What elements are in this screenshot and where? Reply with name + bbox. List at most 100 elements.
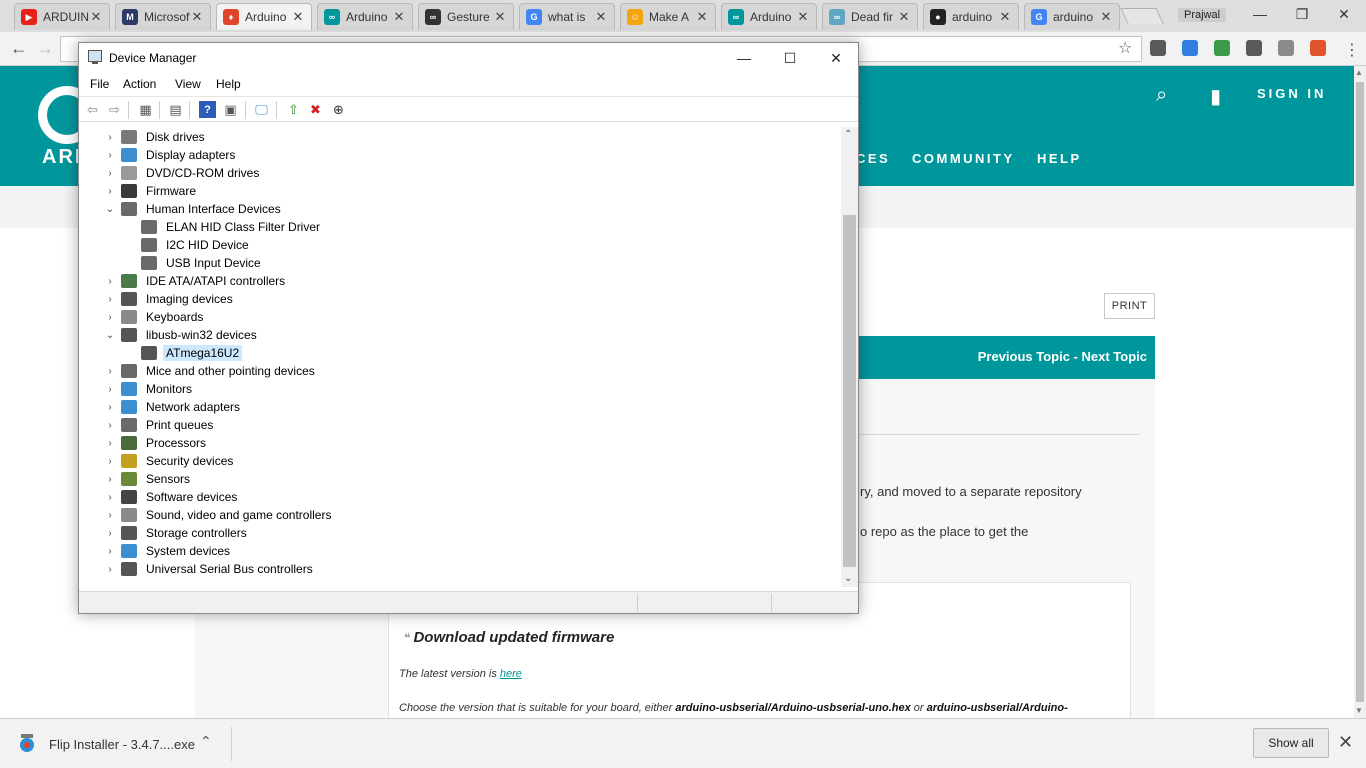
chevron-right-icon[interactable]: ›	[103, 150, 117, 161]
device-category[interactable]: ⌄ libusb-win32 devices	[103, 326, 260, 344]
device-item[interactable]: ELAN HID Class Filter Driver	[141, 218, 323, 236]
nav-resources[interactable]: CES	[856, 151, 890, 166]
chevron-right-icon[interactable]: ›	[103, 474, 117, 485]
chevron-right-icon[interactable]: ›	[103, 492, 117, 503]
device-item[interactable]: USB Input Device	[141, 254, 264, 272]
back-arrow-icon[interactable]: ⇦	[84, 101, 101, 118]
cart-icon[interactable]: ▮	[1210, 84, 1221, 109]
profile-button[interactable]: Prajwal	[1178, 8, 1227, 22]
device-category[interactable]: › Storage controllers	[103, 524, 250, 542]
chevron-down-icon[interactable]: ⌄	[103, 204, 117, 215]
device-tree-scrollbar[interactable]: ⌃ ⌄	[841, 127, 858, 587]
chevron-right-icon[interactable]: ›	[103, 510, 117, 521]
close-tab-icon[interactable]: ✕	[190, 9, 204, 25]
close-tab-icon[interactable]: ✕	[89, 9, 103, 25]
chevron-right-icon[interactable]: ›	[103, 564, 117, 575]
scan-hardware-icon[interactable]: 🖵	[253, 101, 270, 118]
device-category[interactable]: ⌄ Human Interface Devices	[103, 200, 284, 218]
browser-tab[interactable]: ♦ Arduino ✕	[216, 3, 312, 30]
chevron-right-icon[interactable]: ›	[103, 456, 117, 467]
device-category[interactable]: › Software devices	[103, 488, 240, 506]
show-hide-console-tree-icon[interactable]: ▦	[137, 101, 154, 118]
bookmark-star-icon[interactable]: ☆	[1118, 38, 1132, 58]
close-tab-icon[interactable]: ✕	[291, 9, 305, 25]
lightbulb-extension-icon[interactable]	[1150, 40, 1166, 56]
scroll-down-icon[interactable]: ▼	[1355, 706, 1363, 715]
close-tab-icon[interactable]: ✕	[594, 9, 608, 25]
device-category[interactable]: › Disk drives	[103, 128, 208, 146]
mail-extension-icon[interactable]	[1278, 40, 1294, 56]
chevron-right-icon[interactable]: ›	[103, 168, 117, 179]
chevron-right-icon[interactable]: ›	[103, 294, 117, 305]
search-icon[interactable]: ⌕	[1156, 84, 1167, 107]
device-category[interactable]: › Security devices	[103, 452, 236, 470]
sign-in-link[interactable]: SIGN IN	[1257, 86, 1326, 101]
device-category[interactable]: › Imaging devices	[103, 290, 236, 308]
shield-extension-icon[interactable]	[1214, 40, 1230, 56]
close-tab-icon[interactable]: ✕	[796, 9, 810, 25]
prev-next-topic-links[interactable]: Previous Topic - Next Topic	[978, 349, 1147, 364]
browser-tab[interactable]: ∞ Dead fir ✕	[822, 3, 918, 30]
browser-tab[interactable]: Garduino ✕	[1024, 3, 1120, 30]
update-driver-icon[interactable]: ⇧	[285, 101, 302, 118]
chevron-right-icon[interactable]: ›	[103, 402, 117, 413]
close-tab-icon[interactable]: ✕	[695, 9, 709, 25]
show-all-button[interactable]: Show all	[1253, 728, 1329, 758]
device-category[interactable]: › Print queues	[103, 416, 216, 434]
page-scrollbar-thumb[interactable]	[1356, 82, 1364, 702]
device-category[interactable]: › Sound, video and game controllers	[103, 506, 334, 524]
minimize-icon[interactable]: —	[1240, 6, 1280, 22]
browser-tab[interactable]: ☺ Make A ✕	[620, 3, 716, 30]
download-extension-icon[interactable]	[1182, 40, 1198, 56]
menu-file[interactable]: File	[90, 77, 109, 91]
disable-device-icon[interactable]: ⊕	[330, 101, 347, 118]
installer-file-icon[interactable]	[18, 733, 36, 753]
here-link[interactable]: here	[500, 668, 522, 680]
device-category[interactable]: › Universal Serial Bus controllers	[103, 560, 316, 578]
action-pane-icon[interactable]: ▣	[222, 101, 239, 118]
minimize-icon[interactable]: —	[721, 43, 767, 73]
close-icon[interactable]: ✕	[1324, 6, 1364, 23]
page-scrollbar[interactable]: ▲ ▼	[1354, 66, 1366, 718]
chevron-right-icon[interactable]: ›	[103, 312, 117, 323]
download-filename[interactable]: Flip Installer - 3.4.7....exe	[49, 737, 195, 752]
print-button[interactable]: PRINT	[1104, 293, 1155, 319]
properties-icon[interactable]: ▤	[167, 101, 184, 118]
chevron-right-icon[interactable]: ›	[103, 438, 117, 449]
close-icon[interactable]: ✕	[813, 43, 859, 73]
device-category[interactable]: › DVD/CD-ROM drives	[103, 164, 262, 182]
chevron-down-icon[interactable]: ⌄	[103, 330, 117, 341]
close-tab-icon[interactable]: ✕	[1099, 9, 1113, 25]
browser-tab[interactable]: ∞ Arduino ✕	[721, 3, 817, 30]
restore-icon[interactable]: ❐	[1282, 6, 1322, 23]
browser-tab[interactable]: ∞ Arduino ✕	[317, 3, 413, 30]
chevron-right-icon[interactable]: ›	[103, 528, 117, 539]
device-category[interactable]: › Firmware	[103, 182, 199, 200]
scroll-up-icon[interactable]: ⌃	[844, 129, 852, 140]
scroll-up-icon[interactable]: ▲	[1355, 68, 1363, 77]
browser-tab[interactable]: Gwhat is ✕	[519, 3, 615, 30]
menu-help[interactable]: Help	[216, 77, 241, 91]
chevron-right-icon[interactable]: ›	[103, 384, 117, 395]
device-category[interactable]: › Mice and other pointing devices	[103, 362, 318, 380]
device-category[interactable]: › Processors	[103, 434, 209, 452]
chevron-right-icon[interactable]: ›	[103, 276, 117, 287]
menu-action[interactable]: Action	[123, 77, 156, 91]
browser-tab[interactable]: ● arduino ✕	[923, 3, 1019, 30]
close-tab-icon[interactable]: ✕	[897, 9, 911, 25]
new-tab-button[interactable]	[1120, 8, 1164, 24]
scroll-down-icon[interactable]: ⌄	[844, 573, 852, 584]
chrome-menu-icon[interactable]: ⋮	[1344, 40, 1360, 60]
browser-tab[interactable]: ▶ ARDUINO✕	[14, 3, 110, 30]
nav-help[interactable]: HELP	[1037, 151, 1082, 166]
chevron-right-icon[interactable]: ›	[103, 132, 117, 143]
device-category[interactable]: › Sensors	[103, 470, 193, 488]
chevron-up-icon[interactable]: ⌃	[200, 733, 212, 750]
browser-tab[interactable]: M Microsoft ✕	[115, 3, 211, 30]
chevron-right-icon[interactable]: ›	[103, 366, 117, 377]
uninstall-device-icon[interactable]: ✖	[307, 101, 324, 118]
device-category[interactable]: › Monitors	[103, 380, 195, 398]
close-icon[interactable]: ✕	[1338, 732, 1353, 753]
help-icon[interactable]: ?	[199, 101, 216, 118]
device-category[interactable]: › Display adapters	[103, 146, 238, 164]
